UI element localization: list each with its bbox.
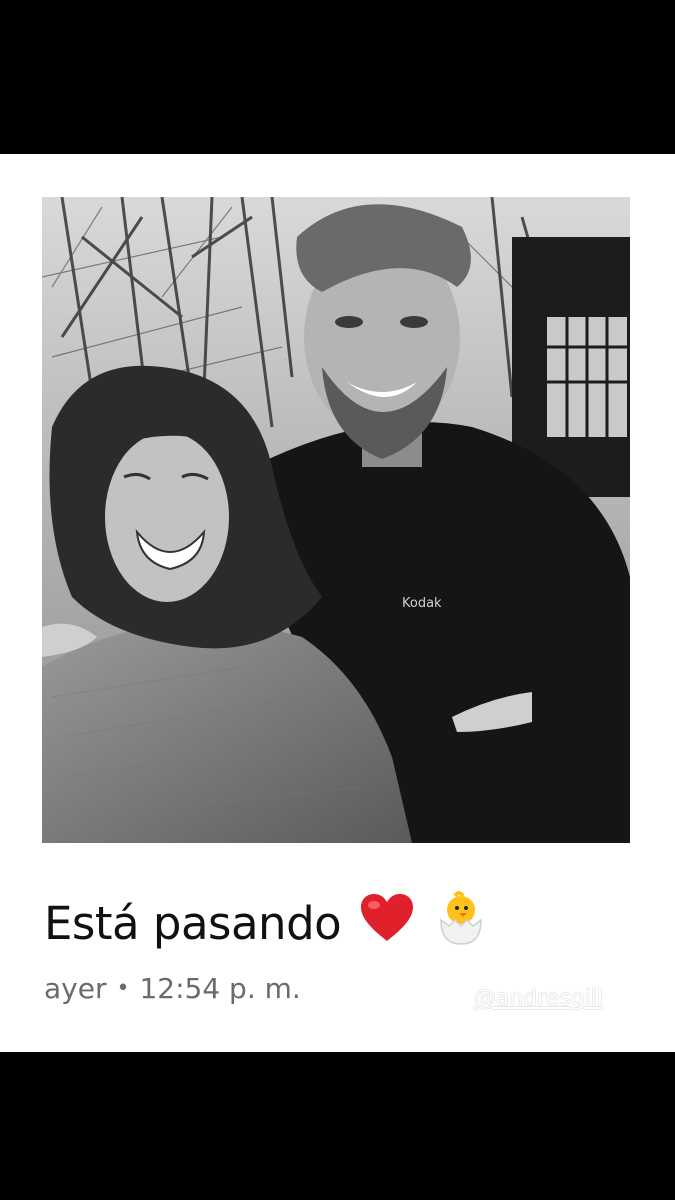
post-caption: Está pasando <box>44 890 489 957</box>
photo-illustration: Kodak <box>42 197 630 843</box>
timestamp-time: 12:54 p. m. <box>139 972 301 1005</box>
sweater-brand-text: Kodak <box>402 596 442 611</box>
post-card: Kodak Está pasando ayer • 12:54 p. m. @a… <box>0 154 675 1052</box>
story-screen: Kodak Está pasando ayer • 12:54 p. m. @a… <box>0 0 675 1200</box>
hatching-chick-icon <box>433 890 489 957</box>
timestamp-separator: • <box>116 976 130 1001</box>
post-photo[interactable]: Kodak <box>42 197 630 843</box>
watermark-username: @andresgill <box>473 986 603 1011</box>
timestamp-day: ayer <box>44 972 107 1005</box>
red-heart-icon <box>359 893 415 954</box>
post-timestamp: ayer • 12:54 p. m. <box>44 972 301 1005</box>
caption-text: Está pasando <box>44 897 342 950</box>
